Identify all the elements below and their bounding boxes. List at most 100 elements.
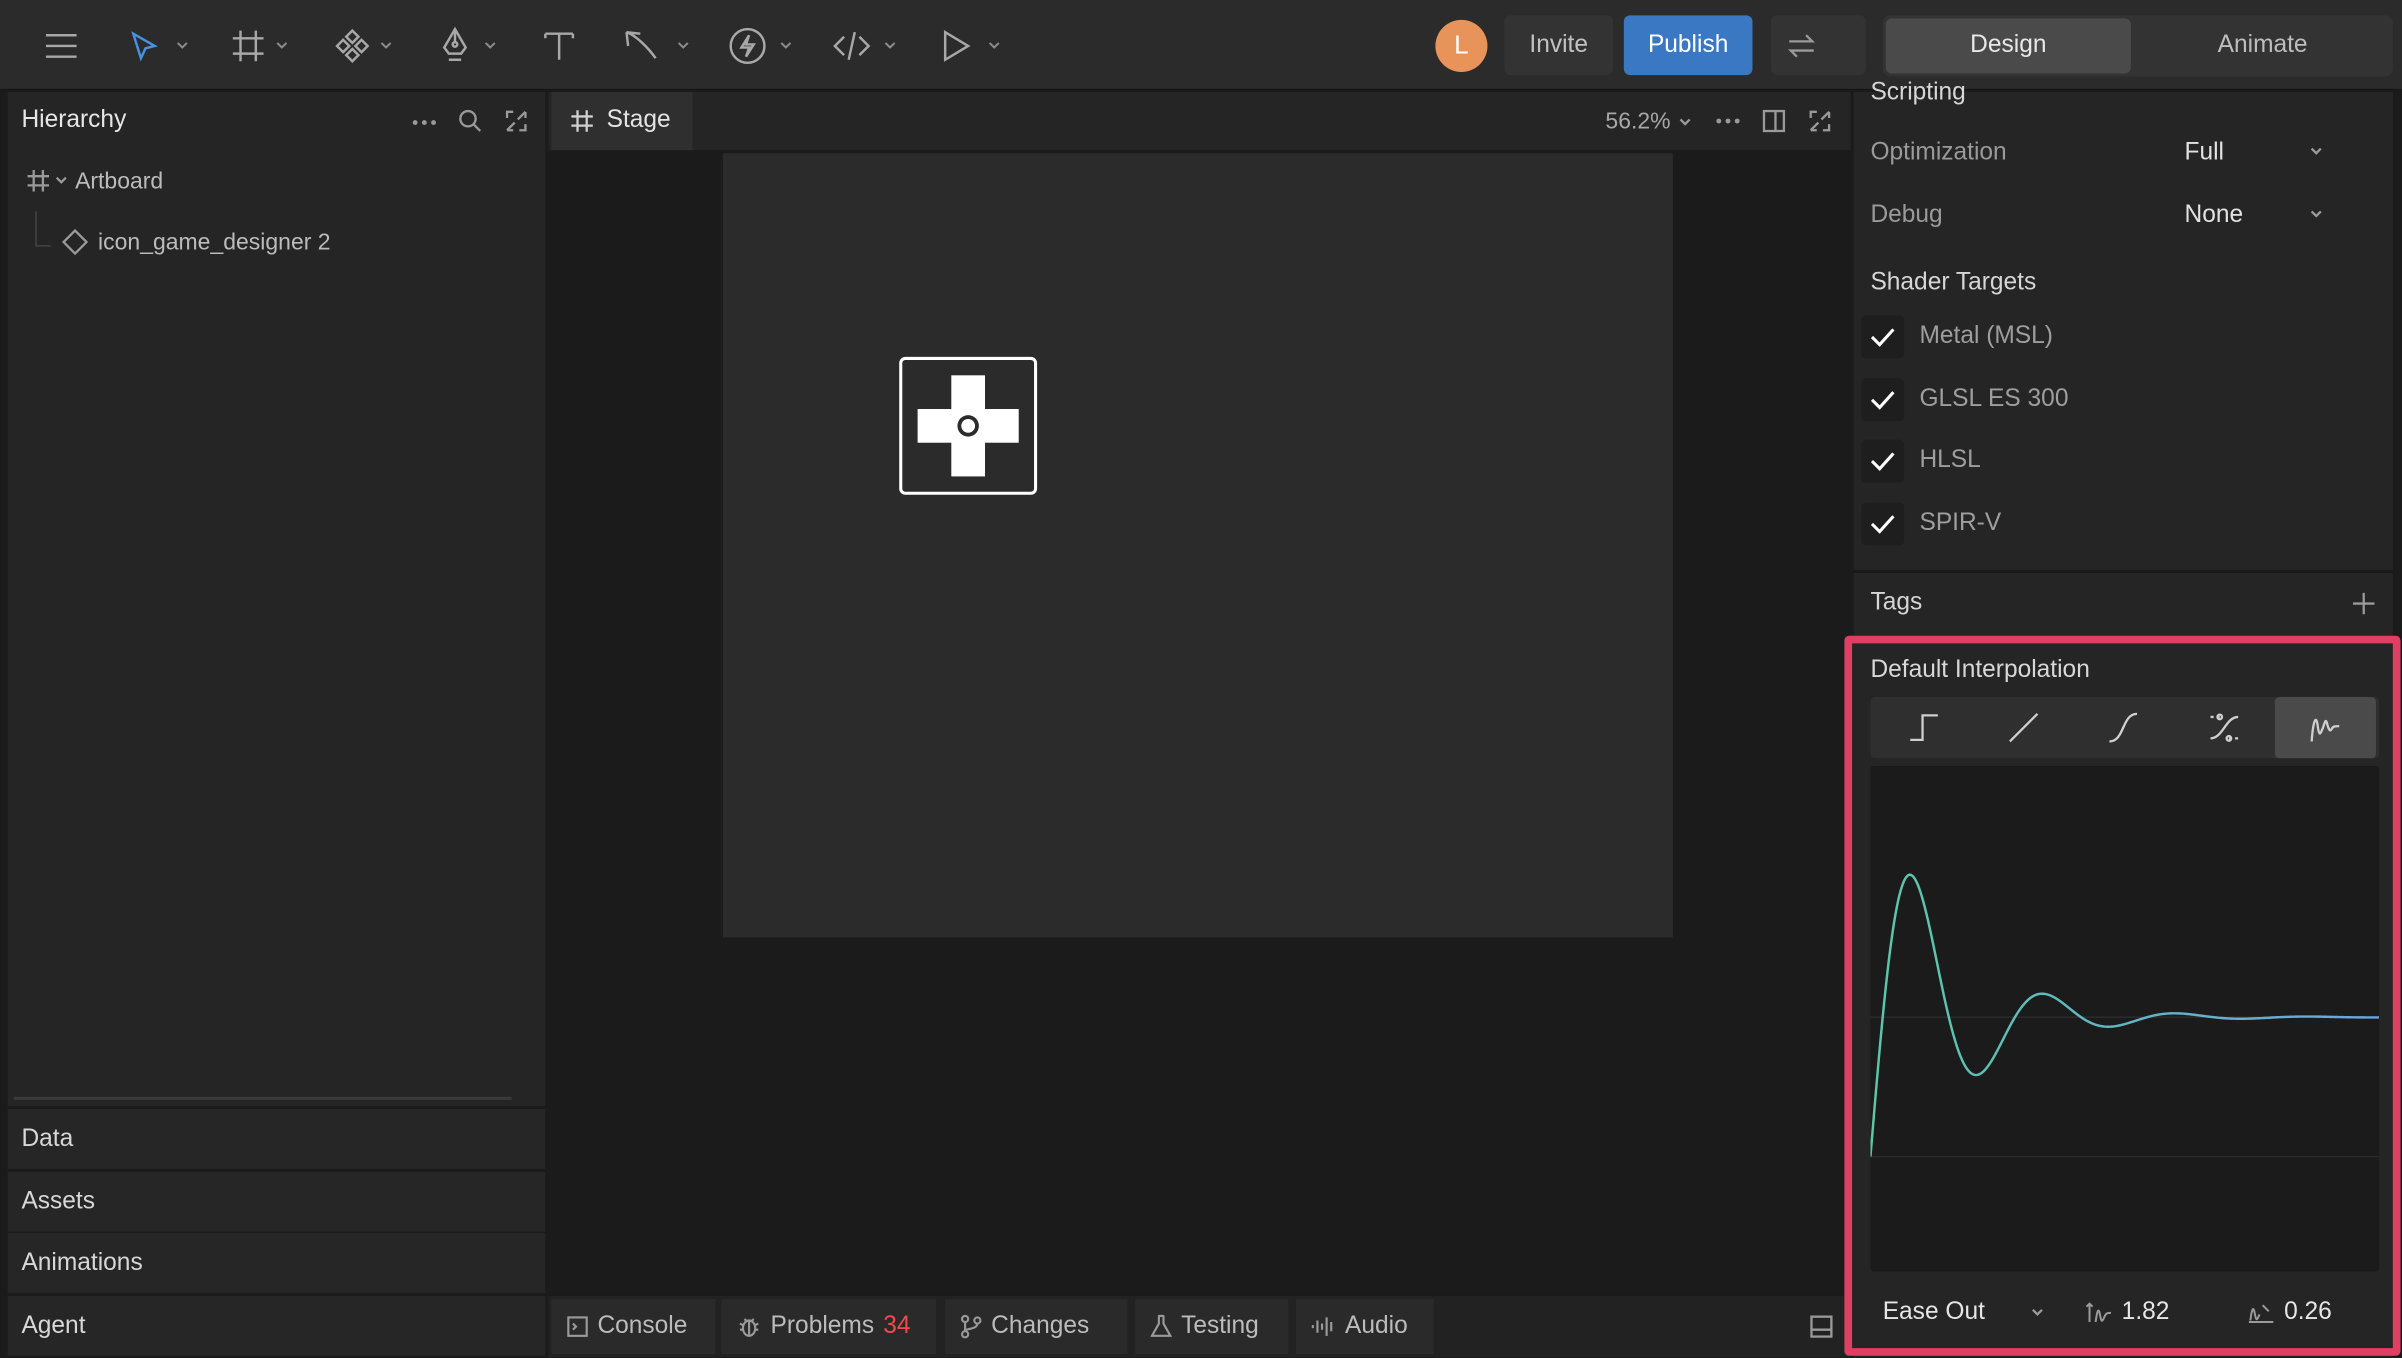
add-tag-icon[interactable] xyxy=(2351,591,2376,616)
tab-problems[interactable]: Problems 34 xyxy=(721,1299,936,1355)
tab-design[interactable]: Design xyxy=(1885,18,2131,74)
optimization-label: Optimization xyxy=(1870,139,2007,166)
expand-icon[interactable] xyxy=(1808,109,1833,134)
checkbox[interactable] xyxy=(1861,502,1905,546)
chevron-down-icon[interactable] xyxy=(176,41,188,50)
chevron-down-icon[interactable] xyxy=(55,176,67,185)
divider xyxy=(1853,569,2393,573)
app-window: L Invite Publish Design Animate Hierarch… xyxy=(0,0,2402,1358)
panel-toggle-icon[interactable] xyxy=(1809,1314,1834,1339)
invite-button[interactable]: Invite xyxy=(1504,15,1614,76)
testing-label: Testing xyxy=(1181,1312,1259,1339)
shader-target-hlsl[interactable]: HLSL xyxy=(1861,439,1981,483)
section-assets[interactable]: Assets xyxy=(7,1171,546,1232)
optimization-select[interactable]: Full xyxy=(2184,139,2337,167)
chevron-down-icon[interactable] xyxy=(780,41,792,50)
tags-title: Tags xyxy=(1870,589,1923,616)
expand-icon[interactable] xyxy=(504,109,529,134)
zoom-select[interactable]: 56.2% xyxy=(1605,109,1690,135)
chevron-down-icon[interactable] xyxy=(884,41,896,50)
chevron-down-icon[interactable] xyxy=(484,41,496,50)
section-data[interactable]: Data xyxy=(7,1109,546,1169)
chevron-down-icon[interactable] xyxy=(677,41,689,50)
shader-target-msl[interactable]: Metal (MSL) xyxy=(1861,315,2053,359)
tab-changes[interactable]: Changes xyxy=(945,1299,1128,1355)
layer-label: icon_game_designer 2 xyxy=(98,229,331,256)
frame-tool[interactable] xyxy=(230,21,288,70)
tab-stage[interactable]: Stage xyxy=(551,91,693,151)
zoom-value: 56.2% xyxy=(1605,108,1671,135)
bug-icon xyxy=(739,1318,759,1337)
linear-interpolation-button[interactable] xyxy=(1973,697,2074,758)
tree-line xyxy=(35,245,51,247)
game-controller-icon[interactable] xyxy=(899,356,1038,495)
tab-audio[interactable]: Audio xyxy=(1295,1299,1434,1355)
elastic-interpolation-button[interactable] xyxy=(2274,697,2376,759)
easing-select[interactable]: Ease Out xyxy=(1883,1299,2043,1327)
debug-select[interactable]: None xyxy=(2184,202,2337,230)
menu-icon[interactable] xyxy=(43,21,80,70)
select-tool[interactable] xyxy=(127,21,188,70)
easing-value: Ease Out xyxy=(1882,1299,1985,1326)
artboard[interactable] xyxy=(723,153,1673,938)
chevron-down-icon[interactable] xyxy=(380,41,392,50)
period-icon xyxy=(2248,1304,2274,1324)
amplitude-field[interactable]: 1.82 xyxy=(2085,1299,2169,1327)
elastic-icon xyxy=(2310,718,2340,742)
period-field[interactable]: 0.26 xyxy=(2247,1299,2332,1327)
section-agent[interactable]: Agent xyxy=(7,1295,546,1356)
shape-tool[interactable] xyxy=(622,21,689,70)
amplitude-icon xyxy=(2085,1302,2111,1323)
swap-button[interactable] xyxy=(1770,15,1866,76)
waveform-icon xyxy=(1311,1317,1333,1336)
search-icon[interactable] xyxy=(458,109,483,134)
play-tool[interactable] xyxy=(939,21,1000,70)
split-view-icon[interactable] xyxy=(1762,109,1787,134)
chevron-down-icon[interactable] xyxy=(276,41,288,50)
more-icon[interactable] xyxy=(1716,118,1741,124)
section-scripting: Scripting xyxy=(1870,79,1966,106)
easing-curve xyxy=(1870,873,2380,1157)
mode-switch: Design Animate xyxy=(1882,15,2393,77)
console-icon xyxy=(567,1316,588,1337)
section-animations[interactable]: Animations xyxy=(7,1233,546,1293)
easing-curve-preview xyxy=(1870,765,2380,1272)
stage-header: Stage 56.2% xyxy=(548,91,1851,151)
more-icon[interactable] xyxy=(412,119,437,126)
hold-icon xyxy=(1910,714,1938,742)
hierarchy-item-artboard[interactable]: Artboard xyxy=(26,165,163,196)
hierarchy-item-layer[interactable]: icon_game_designer 2 xyxy=(61,227,331,258)
tab-testing[interactable]: Testing xyxy=(1135,1299,1289,1355)
swap-icon xyxy=(1786,33,1817,58)
component-tool[interactable] xyxy=(334,21,392,70)
user-avatar[interactable]: L xyxy=(1435,19,1488,72)
code-tool[interactable] xyxy=(832,21,896,70)
tab-animate[interactable]: Animate xyxy=(2137,18,2388,73)
interpolation-section: Default Interpolation Ease Out 1.82 0.26 xyxy=(1844,635,2401,1356)
scrollbar[interactable] xyxy=(13,1096,512,1100)
cubic-value-interpolation-button[interactable] xyxy=(2174,697,2275,758)
shader-target-glsl[interactable]: GLSL ES 300 xyxy=(1861,378,2068,422)
chevron-down-icon xyxy=(2310,210,2322,219)
canvas[interactable] xyxy=(548,153,1851,1293)
cubic-interpolation-button[interactable] xyxy=(2073,697,2174,758)
chevron-down-icon xyxy=(2310,147,2322,156)
text-tool[interactable] xyxy=(541,21,578,70)
shader-targets-title: Shader Targets xyxy=(1870,269,2037,296)
event-tool[interactable] xyxy=(728,21,792,70)
tab-console[interactable]: Console xyxy=(551,1299,716,1355)
cubic-value-icon xyxy=(2210,713,2239,742)
chevron-down-icon[interactable] xyxy=(988,41,1000,50)
shader-target-spirv[interactable]: SPIR-V xyxy=(1861,502,2001,546)
shader-target-label: Metal (MSL) xyxy=(1919,323,2053,350)
changes-label: Changes xyxy=(991,1312,1090,1339)
problems-label: Problems xyxy=(770,1312,875,1339)
interpolation-type-selector xyxy=(1870,697,2380,759)
publish-button[interactable]: Publish xyxy=(1623,15,1753,76)
checkbox[interactable] xyxy=(1861,439,1905,483)
pen-tool[interactable] xyxy=(438,21,496,70)
checkbox[interactable] xyxy=(1861,378,1905,422)
hold-interpolation-button[interactable] xyxy=(1874,697,1975,758)
checkbox[interactable] xyxy=(1861,315,1905,359)
check-icon xyxy=(1870,452,1895,471)
